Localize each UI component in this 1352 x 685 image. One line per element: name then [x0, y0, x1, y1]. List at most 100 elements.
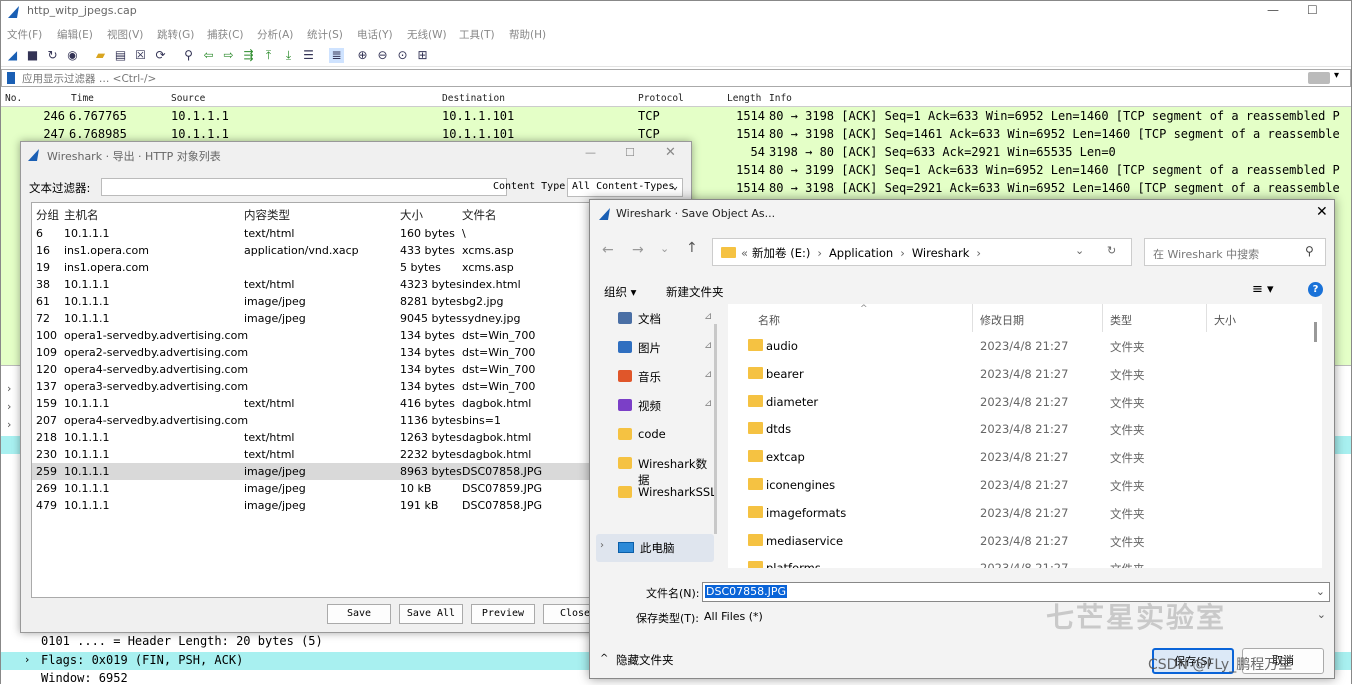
packet-column-header[interactable]: No. [5, 93, 22, 104]
chevron-down-icon[interactable]: ⌄ [1075, 244, 1084, 257]
resize-columns-icon[interactable]: ⊞ [415, 48, 430, 63]
file-row[interactable]: iconengines 2023/4/8 21:27 文件夹 [728, 473, 1318, 499]
filter-dropdown-icon[interactable]: ▾ [1334, 70, 1339, 81]
object-row[interactable]: 109 opera2-servedby.advertising.com 134 by… [32, 344, 590, 361]
detail-header-length[interactable]: 0101 .... = Header Length: 20 bytes (5) [41, 634, 323, 648]
content-type-select[interactable]: All Content-Types ⌄ [567, 178, 683, 197]
object-row[interactable]: 259 10.1.1.1 image/jpeg 8963 bytes DSC07858.… [32, 463, 590, 480]
zoom-reset-icon[interactable]: ⊙ [395, 48, 410, 63]
expand-icon[interactable]: › [25, 653, 29, 666]
maximize-icon[interactable]: ☐ [625, 146, 635, 159]
up-arrow-icon[interactable]: ↑ [686, 240, 698, 256]
menu-item[interactable]: 文件(F) [7, 27, 42, 42]
packet-column-header[interactable]: Destination [442, 93, 505, 104]
file-column-header[interactable]: 大小 [1214, 312, 1236, 328]
column-divider[interactable] [1206, 304, 1207, 332]
object-column-header[interactable]: 大小 [400, 207, 423, 223]
chevron-up-icon[interactable]: ^ [600, 653, 608, 664]
menu-item[interactable]: 跳转(G) [157, 27, 194, 42]
file-column-header[interactable]: 修改日期 [980, 312, 1024, 328]
file-row[interactable]: dtds 2023/4/8 21:27 文件夹 [728, 417, 1318, 443]
back-arrow-icon[interactable]: ← [602, 242, 614, 258]
minimize-icon[interactable]: — [1267, 3, 1279, 17]
reload-file-icon[interactable]: ⟳ [153, 48, 168, 63]
recent-locations-icon[interactable]: ⌄ [660, 242, 669, 255]
display-filter-bar[interactable]: 应用显示过滤器 … <Ctrl-/> ▾ [1, 69, 1351, 87]
sidebar-item[interactable]: 文档 ⊿ [616, 308, 716, 332]
breadcrumb-item[interactable]: « [741, 246, 748, 260]
file-row[interactable]: diameter 2023/4/8 21:27 文件夹 [728, 390, 1318, 416]
stop-capture-icon[interactable]: ■ [25, 48, 40, 63]
capture-options-icon[interactable]: ◉ [65, 48, 80, 63]
chevron-down-icon[interactable]: ⌄ [1316, 585, 1325, 598]
colorize-icon[interactable]: ≣ [329, 48, 344, 63]
object-row[interactable]: 72 10.1.1.1 image/jpeg 9045 bytes sydney.jpg [32, 310, 590, 327]
file-column-header[interactable]: 类型 [1110, 312, 1132, 328]
breadcrumb-item[interactable]: Application [829, 246, 893, 260]
file-column-header[interactable]: 名称 [758, 312, 780, 328]
object-row[interactable]: 19 ins1.opera.com 5 bytes xcms.asp [32, 259, 590, 276]
packet-row[interactable]: 246 6.767765 10.1.1.1 10.1.1.101 TCP 1514 80 →… [1, 108, 1351, 126]
object-column-header[interactable]: 主机名 [64, 207, 99, 223]
sidebar-scrollbar[interactable] [714, 324, 717, 534]
object-row[interactable]: 61 10.1.1.1 image/jpeg 8281 bytes bg2.jpg [32, 293, 590, 310]
open-file-icon[interactable]: ▰ [93, 48, 108, 63]
object-row[interactable]: 16 ins1.opera.com application/vnd.xacp 433 … [32, 242, 590, 259]
zoom-in-icon[interactable]: ⊕ [355, 48, 370, 63]
expand-icon[interactable]: › [7, 418, 11, 431]
object-row[interactable]: 218 10.1.1.1 text/html 1263 bytes dagbok.htm… [32, 429, 590, 446]
file-row[interactable]: extcap 2023/4/8 21:27 文件夹 [728, 445, 1318, 471]
view-options-icon[interactable]: ≡ ▾ [1252, 282, 1274, 297]
organize-menu[interactable]: 组织 ▾ [604, 284, 636, 300]
breadcrumb-item[interactable]: Wireshark [912, 246, 970, 260]
close-icon[interactable]: ✕ [665, 145, 676, 160]
file-row[interactable]: mediaservice 2023/4/8 21:27 文件夹 [728, 529, 1318, 555]
packet-column-header[interactable]: Info [769, 93, 792, 104]
go-back-icon[interactable]: ⇦ [201, 48, 216, 63]
object-row[interactable]: 159 10.1.1.1 text/html 416 bytes dagbok.html [32, 395, 590, 412]
go-forward-icon[interactable]: ⇨ [221, 48, 236, 63]
menu-item[interactable]: 分析(A) [257, 27, 293, 42]
object-row[interactable]: 120 opera4-servedby.advertising.com 134 by… [32, 361, 590, 378]
this-pc-item[interactable]: › 此电脑 [596, 534, 714, 562]
zoom-out-icon[interactable]: ⊖ [375, 48, 390, 63]
sidebar-item[interactable]: 音乐 ⊿ [616, 366, 716, 390]
menu-item[interactable]: 帮助(H) [509, 27, 546, 42]
save-file-icon[interactable]: ▤ [113, 48, 128, 63]
menu-item[interactable]: 工具(T) [459, 27, 495, 42]
address-bar[interactable]: « 新加卷 (E:) › Application › Wireshark › ⌄ ↻ [712, 238, 1132, 266]
packet-column-header[interactable]: Protocol [638, 93, 684, 104]
hide-folders-toggle[interactable]: 隐藏文件夹 [616, 652, 674, 668]
sidebar-item[interactable]: Wireshark数据 [616, 453, 716, 487]
column-divider[interactable] [972, 304, 973, 332]
object-row[interactable]: 100 opera1-servedby.advertising.com 134 by… [32, 327, 590, 344]
sidebar-item[interactable]: code [616, 424, 716, 448]
preview-button[interactable]: Preview [471, 604, 535, 624]
restart-capture-icon[interactable]: ↻ [45, 48, 60, 63]
object-column-header[interactable]: 分组 [36, 207, 59, 223]
go-to-packet-icon[interactable]: ⇶ [241, 48, 256, 63]
column-divider[interactable] [1102, 304, 1103, 332]
object-column-header[interactable]: 文件名 [462, 207, 497, 223]
filename-input[interactable]: DSC07858.JPG ⌄ [702, 582, 1330, 602]
sidebar-item[interactable]: 视频 ⊿ [616, 395, 716, 419]
sidebar-item[interactable]: WiresharkSSL [616, 482, 717, 506]
close-icon[interactable]: ✕ [1316, 204, 1328, 220]
object-row[interactable]: 479 10.1.1.1 image/jpeg 191 kB DSC07858.JPG [32, 497, 590, 514]
menu-item[interactable]: 捕获(C) [207, 27, 244, 42]
file-row[interactable]: imageformats 2023/4/8 21:27 文件夹 [728, 501, 1318, 527]
minimize-icon[interactable]: — [585, 146, 596, 159]
first-packet-icon[interactable]: ⤒ [261, 48, 276, 63]
file-row[interactable]: bearer 2023/4/8 21:27 文件夹 [728, 362, 1318, 388]
file-row[interactable]: audio 2023/4/8 21:27 文件夹 [728, 334, 1318, 360]
object-row[interactable]: 269 10.1.1.1 image/jpeg 10 kB DSC07859.JPG [32, 480, 590, 497]
menu-item[interactable]: 无线(W) [407, 27, 447, 42]
expand-icon[interactable]: › [7, 382, 11, 395]
menu-item[interactable]: 视图(V) [107, 27, 143, 42]
filter-apply-icon[interactable] [1308, 72, 1330, 84]
menu-item[interactable]: 统计(S) [307, 27, 343, 42]
maximize-icon[interactable]: ☐ [1307, 3, 1318, 17]
new-folder-button[interactable]: 新建文件夹 [666, 284, 724, 300]
packet-column-header[interactable]: Source [171, 93, 205, 104]
sidebar-item[interactable]: 图片 ⊿ [616, 337, 716, 361]
